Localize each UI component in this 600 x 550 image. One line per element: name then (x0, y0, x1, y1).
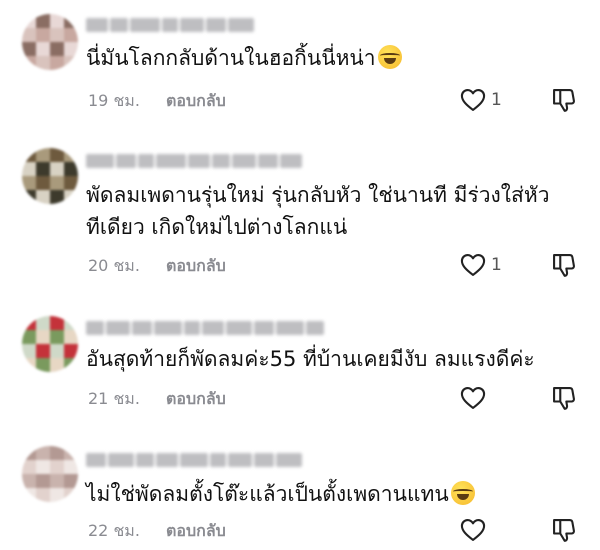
comment-text: ไม่ใช่พัดลมตั้งโต๊ะแล้วเป็นตั้งเพดานแทน (86, 478, 586, 510)
thumbs-down-icon (550, 251, 578, 279)
comment-meta: 19 ชม. ตอบกลับ (88, 89, 226, 113)
comment-text-content: พัดลมเพดานรุ่นใหม่ รุ่นกลับหัว ใช่นานที … (86, 183, 550, 239)
comment-meta: 22 ชม. ตอบกลับ (88, 519, 226, 543)
avatar[interactable] (22, 148, 78, 204)
like-button[interactable] (456, 515, 490, 545)
thumbs-down-icon (550, 86, 578, 114)
username-redacted[interactable] (86, 453, 302, 467)
comment-text-content: นี่มันโลกกลับด้านในฮอกิ้นนี่หน่า (86, 46, 376, 70)
reply-button[interactable]: ตอบกลับ (166, 519, 226, 544)
like-count: 1 (491, 255, 502, 275)
thumbs-down-icon (550, 384, 578, 412)
dislike-button[interactable] (548, 249, 580, 281)
like-button[interactable] (456, 383, 490, 413)
laughing-tears-emoji-icon (377, 45, 402, 69)
heart-icon (458, 251, 488, 279)
avatar[interactable] (22, 446, 78, 502)
heart-icon (458, 86, 488, 114)
avatar[interactable] (22, 316, 78, 372)
dislike-button[interactable] (548, 84, 580, 116)
like-button[interactable] (456, 250, 490, 280)
thumbs-down-icon (550, 516, 578, 544)
comment-text-content: ไม่ใช่พัดลมตั้งโต๊ะแล้วเป็นตั้งเพดานแทน (86, 482, 449, 506)
comment-text: อันสุดท้ายก็พัดลมค่ะ55 ที่บ้านเคยมีงับ ล… (86, 343, 586, 375)
like-count: 1 (491, 90, 502, 110)
dislike-button[interactable] (548, 382, 580, 414)
comment-meta: 20 ชม. ตอบกลับ (88, 254, 226, 278)
username-redacted[interactable] (86, 154, 302, 168)
reply-button[interactable]: ตอบกลับ (166, 387, 226, 412)
comment-text: นี่มันโลกกลับด้านในฮอกิ้นนี่หน่า (86, 42, 586, 74)
reply-button[interactable]: ตอบกลับ (166, 89, 226, 114)
comment-timestamp: 21 ชม. (88, 388, 140, 408)
comment-timestamp: 19 ชม. (88, 90, 140, 110)
heart-icon (458, 516, 488, 544)
laughing-tears-emoji-icon (450, 481, 475, 505)
username-redacted[interactable] (86, 18, 254, 32)
comment-text: พัดลมเพดานรุ่นใหม่ รุ่นกลับหัว ใช่นานที … (86, 179, 586, 243)
username-redacted[interactable] (86, 321, 324, 335)
avatar[interactable] (22, 14, 78, 70)
comment-text-content: อันสุดท้ายก็พัดลมค่ะ55 ที่บ้านเคยมีงับ ล… (86, 347, 535, 371)
heart-icon (458, 384, 488, 412)
reply-button[interactable]: ตอบกลับ (166, 254, 226, 279)
like-button[interactable] (456, 85, 490, 115)
comment-timestamp: 20 ชม. (88, 255, 140, 275)
dislike-button[interactable] (548, 514, 580, 546)
comment-timestamp: 22 ชม. (88, 520, 140, 540)
comment-meta: 21 ชม. ตอบกลับ (88, 387, 226, 411)
